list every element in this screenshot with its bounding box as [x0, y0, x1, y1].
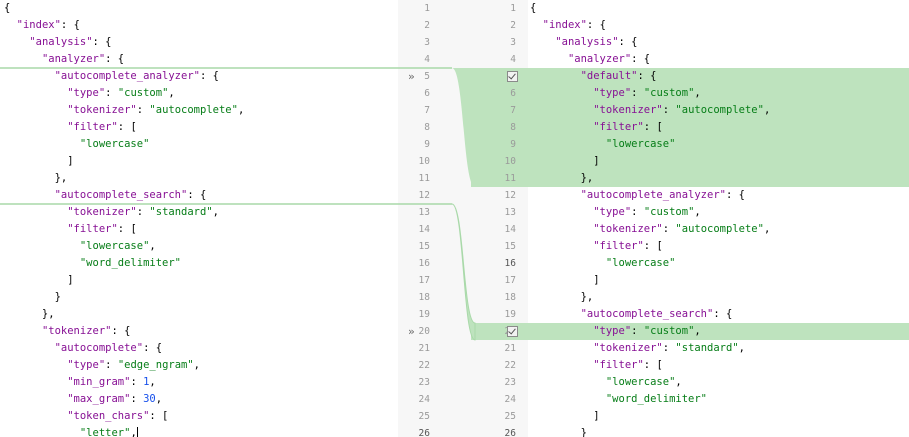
change-connector-curve: [452, 68, 475, 187]
change-connector-curve: [451, 203, 476, 341]
diff-connectors: [0, 67, 476, 341]
diff-viewer: { "index": { "analysis": { "analyzer": {…: [0, 0, 909, 437]
